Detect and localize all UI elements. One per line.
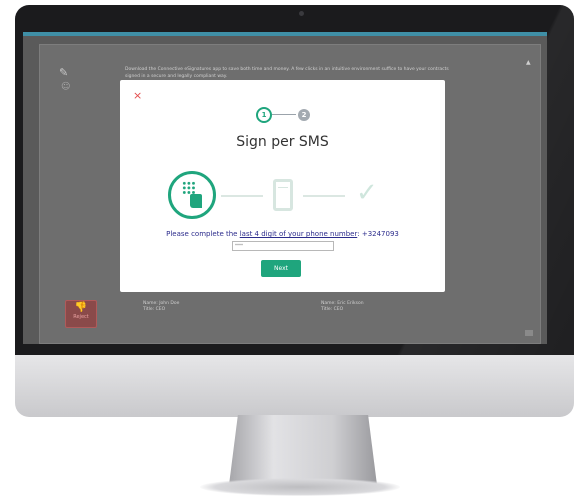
dialog-title: Sign per SMS [236, 134, 329, 150]
signer-title: Title: CEO [321, 307, 344, 312]
top-accent-bar [23, 32, 547, 36]
signer-block: Name: Eric Erikson Title: CEO [321, 301, 364, 313]
progress-connector [221, 195, 263, 197]
phone-digits-input[interactable] [232, 241, 334, 251]
sms-phone-icon [273, 179, 293, 211]
step-indicator: 1 2 [256, 107, 316, 123]
instruction-text: Please complete the last 4 digit of your… [166, 230, 399, 238]
scroll-up-icon[interactable]: ▲ [526, 60, 531, 66]
step-1-active: 1 [256, 107, 272, 123]
monitor-foot [200, 478, 400, 496]
instruction-link: last 4 digit of your phone number [239, 230, 358, 238]
phone-keypad-icon [168, 171, 216, 219]
user-icon: ☺ [61, 82, 71, 92]
scrollbar-thumb[interactable] [525, 330, 533, 336]
progress-connector [303, 195, 345, 197]
monitor-chin [15, 355, 574, 417]
monitor-stand [229, 415, 377, 485]
document-text: Download the Connective eSignatures app … [125, 67, 449, 79]
thumbs-down-icon: 👎 [74, 302, 88, 313]
signer-title: Title: CEO [143, 307, 166, 312]
close-icon[interactable]: × [133, 90, 142, 101]
screen: ✎ ☺ Download the Connective eSignatures … [23, 32, 547, 344]
signer-block: Name: John Doe Title: CEO [143, 301, 179, 313]
step-2-inactive: 2 [298, 109, 310, 121]
step-connector [272, 114, 296, 115]
progress-icons: ✓ [168, 171, 398, 219]
next-button[interactable]: Next [261, 260, 301, 277]
check-icon: ✓ [356, 178, 378, 208]
camera-dot [299, 11, 304, 16]
sms-sign-dialog: × 1 2 Sign per SMS ✓ Please complete the… [120, 80, 445, 292]
reject-button[interactable]: 👎 Reject [65, 300, 97, 328]
pen-icon[interactable]: ✎ [59, 66, 69, 79]
reject-label: Reject [73, 314, 89, 320]
